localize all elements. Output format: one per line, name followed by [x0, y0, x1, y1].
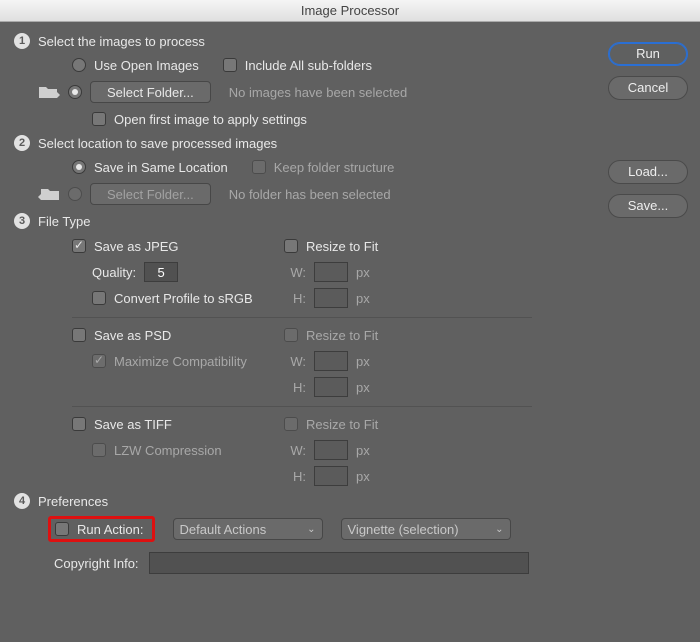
- run-action-highlight: Run Action:: [48, 516, 155, 542]
- convert-srgb-checkbox[interactable]: [92, 291, 106, 305]
- load-button[interactable]: Load...: [608, 160, 688, 184]
- section1-heading: Select the images to process: [38, 34, 205, 49]
- tiff-h-px: px: [356, 469, 370, 484]
- copyright-input[interactable]: [149, 552, 529, 574]
- tiff-height-input: [314, 466, 348, 486]
- section-number-1: 1: [14, 33, 30, 49]
- psd-resize-checkbox: [284, 328, 298, 342]
- psd-h-label: H:: [284, 380, 306, 395]
- jpeg-h-px: px: [356, 291, 370, 306]
- psd-w-label: W:: [284, 354, 306, 369]
- jpeg-resize-checkbox[interactable]: [284, 239, 298, 253]
- action-set-value: Default Actions: [180, 522, 267, 537]
- run-action-checkbox[interactable]: [55, 522, 69, 536]
- psd-height-input: [314, 377, 348, 397]
- select-dest-folder-button: Select Folder...: [90, 183, 211, 205]
- tiff-w-px: px: [356, 443, 370, 458]
- run-action-label: Run Action:: [77, 522, 144, 537]
- jpeg-resize-label: Resize to Fit: [306, 239, 378, 254]
- save-jpeg-checkbox[interactable]: [72, 239, 86, 253]
- window-title: Image Processor: [0, 0, 700, 22]
- action-set-dropdown[interactable]: Default Actions ⌄: [173, 518, 323, 540]
- max-compat-label: Maximize Compatibility: [114, 354, 247, 369]
- tiff-resize-checkbox: [284, 417, 298, 431]
- action-value: Vignette (selection): [348, 522, 459, 537]
- psd-w-px: px: [356, 354, 370, 369]
- section-number-3: 3: [14, 213, 30, 229]
- include-subfolders-label: Include All sub-folders: [245, 58, 372, 73]
- save-psd-checkbox[interactable]: [72, 328, 86, 342]
- keep-folder-structure-label: Keep folder structure: [274, 160, 395, 175]
- open-first-image-checkbox[interactable]: [92, 112, 106, 126]
- use-open-images-radio[interactable]: [72, 58, 86, 72]
- select-dest-folder-radio[interactable]: [68, 187, 82, 201]
- save-same-location-radio[interactable]: [72, 160, 86, 174]
- quality-input[interactable]: [144, 262, 178, 282]
- jpeg-w-px: px: [356, 265, 370, 280]
- lzw-checkbox: [92, 443, 106, 457]
- section3-heading: File Type: [38, 214, 91, 229]
- no-folder-status: No folder has been selected: [229, 187, 391, 202]
- folder-export-icon: [38, 186, 60, 202]
- select-folder-radio[interactable]: [68, 85, 82, 99]
- psd-h-px: px: [356, 380, 370, 395]
- jpeg-width-input: [314, 262, 348, 282]
- save-tiff-checkbox[interactable]: [72, 417, 86, 431]
- save-button[interactable]: Save...: [608, 194, 688, 218]
- section-number-2: 2: [14, 135, 30, 151]
- tiff-w-label: W:: [284, 443, 306, 458]
- save-tiff-label: Save as TIFF: [94, 417, 172, 432]
- folder-import-icon: [38, 84, 60, 100]
- tiff-h-label: H:: [284, 469, 306, 484]
- keep-folder-structure-checkbox: [252, 160, 266, 174]
- use-open-images-label: Use Open Images: [94, 58, 199, 73]
- max-compat-checkbox: [92, 354, 106, 368]
- jpeg-h-label: H:: [284, 291, 306, 306]
- action-dropdown[interactable]: Vignette (selection) ⌄: [341, 518, 511, 540]
- section-number-4: 4: [14, 493, 30, 509]
- save-jpeg-label: Save as JPEG: [94, 239, 179, 254]
- run-button[interactable]: Run: [608, 42, 688, 66]
- tiff-width-input: [314, 440, 348, 460]
- open-first-image-label: Open first image to apply settings: [114, 112, 307, 127]
- copyright-label: Copyright Info:: [54, 556, 139, 571]
- include-subfolders-checkbox[interactable]: [223, 58, 237, 72]
- jpeg-w-label: W:: [284, 265, 306, 280]
- section2-heading: Select location to save processed images: [38, 136, 277, 151]
- cancel-button[interactable]: Cancel: [608, 76, 688, 100]
- chevron-down-icon: ⌄: [495, 524, 503, 535]
- select-source-folder-button[interactable]: Select Folder...: [90, 81, 211, 103]
- no-images-status: No images have been selected: [229, 85, 408, 100]
- psd-resize-label: Resize to Fit: [306, 328, 378, 343]
- divider: [72, 406, 532, 407]
- divider: [72, 317, 532, 318]
- jpeg-height-input: [314, 288, 348, 308]
- convert-srgb-label: Convert Profile to sRGB: [114, 291, 253, 306]
- save-psd-label: Save as PSD: [94, 328, 171, 343]
- psd-width-input: [314, 351, 348, 371]
- chevron-down-icon: ⌄: [307, 524, 315, 535]
- tiff-resize-label: Resize to Fit: [306, 417, 378, 432]
- save-same-location-label: Save in Same Location: [94, 160, 228, 175]
- lzw-label: LZW Compression: [114, 443, 222, 458]
- quality-label: Quality:: [92, 265, 136, 280]
- section4-heading: Preferences: [38, 494, 108, 509]
